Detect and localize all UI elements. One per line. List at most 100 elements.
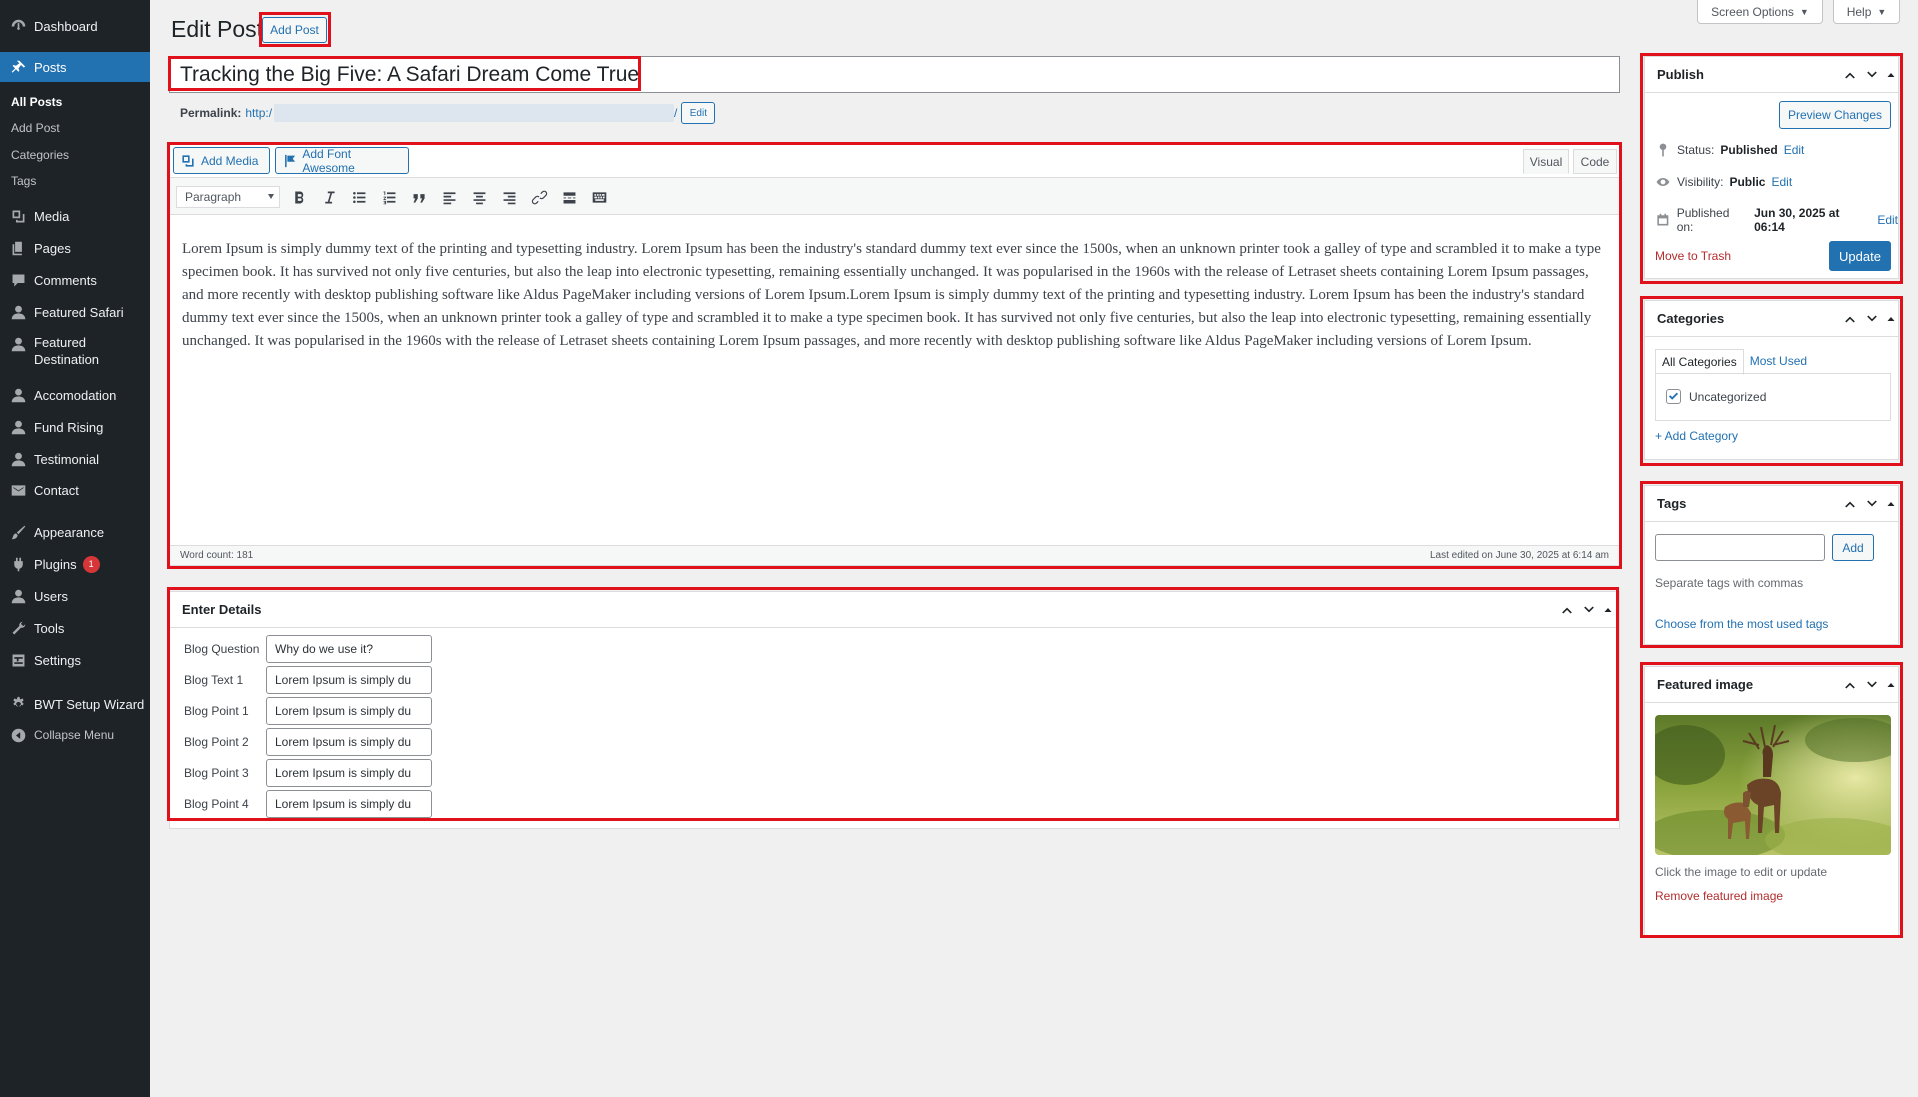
add-font-awesome-button[interactable]: Add Font Awesome xyxy=(275,147,409,175)
sidebar-item-featured-safari[interactable]: Featured Safari xyxy=(0,300,150,324)
caret-down-icon: ▼ xyxy=(1799,6,1809,17)
box-controls xyxy=(1842,311,1896,327)
tag-input[interactable] xyxy=(1655,534,1825,561)
blockquote-icon[interactable] xyxy=(409,187,429,207)
sidebar-item-featured-destination[interactable]: Featured Destination xyxy=(0,334,150,370)
chevron-down-icon[interactable] xyxy=(1864,496,1880,512)
caret-up-icon[interactable] xyxy=(1886,499,1896,509)
add-tag-button[interactable]: Add xyxy=(1832,534,1874,561)
blog-text-1-input[interactable]: Lorem Ipsum is simply du xyxy=(266,666,432,694)
toolbar-toggle-icon[interactable] xyxy=(589,187,609,207)
sidebar-item-dashboard[interactable]: Dashboard xyxy=(0,14,150,38)
submenu-all-posts[interactable]: All Posts xyxy=(11,95,62,109)
update-button[interactable]: Update xyxy=(1829,241,1891,271)
align-right-icon[interactable] xyxy=(499,187,519,207)
read-more-icon[interactable] xyxy=(559,187,579,207)
permalink-link[interactable]: http:/ xyxy=(245,106,272,120)
visibility-edit-link[interactable]: Edit xyxy=(1771,175,1792,189)
blog-point-2-input[interactable]: Lorem Ipsum is simply du xyxy=(266,728,432,756)
chevron-up-icon[interactable] xyxy=(1559,602,1575,618)
blog-question-input[interactable]: Why do we use it? xyxy=(266,635,432,663)
sidebar-item-testimonial[interactable]: Testimonial xyxy=(0,447,150,471)
caret-up-icon[interactable] xyxy=(1886,314,1896,324)
sidebar-item-settings[interactable]: Settings xyxy=(0,648,150,672)
post-title-input[interactable]: Tracking the Big Five: A Safari Dream Co… xyxy=(169,56,1620,93)
box-header: Categories xyxy=(1645,301,1898,337)
chevron-up-icon[interactable] xyxy=(1842,311,1858,327)
blog-point-4-input[interactable]: Lorem Ipsum is simply du xyxy=(266,790,432,818)
chevron-down-icon[interactable] xyxy=(1864,67,1880,83)
sidebar-item-plugins[interactable]: Plugins 1 xyxy=(0,552,150,576)
visibility-row: Visibility: Public Edit xyxy=(1655,174,1792,190)
sidebar-item-users[interactable]: Users xyxy=(0,584,150,608)
chevron-down-icon[interactable] xyxy=(1581,602,1597,618)
tab-all-categories[interactable]: All Categories xyxy=(1655,349,1744,375)
field-label: Blog Point 3 xyxy=(184,766,249,780)
sidebar-item-accomodation[interactable]: Accomodation xyxy=(0,383,150,407)
sidebar-item-media[interactable]: Media xyxy=(0,204,150,228)
sidebar-item-label: Contact xyxy=(34,482,79,498)
sidebar-item-contact[interactable]: Contact xyxy=(0,478,150,502)
category-checkbox[interactable] xyxy=(1666,389,1681,404)
align-center-icon[interactable] xyxy=(469,187,489,207)
remove-featured-image-link[interactable]: Remove featured image xyxy=(1655,889,1783,903)
collapse-menu-button[interactable]: Collapse Menu xyxy=(0,723,150,747)
format-select[interactable]: Paragraph xyxy=(176,186,280,208)
submenu-categories[interactable]: Categories xyxy=(11,148,69,162)
caret-up-icon[interactable] xyxy=(1886,70,1896,80)
status-edit-link[interactable]: Edit xyxy=(1784,143,1805,157)
add-media-button[interactable]: Add Media xyxy=(173,147,270,174)
published-edit-link[interactable]: Edit xyxy=(1877,213,1898,227)
sidebar-item-tools[interactable]: Tools xyxy=(0,616,150,640)
sidebar-item-bwt-setup-wizard[interactable]: BWT Setup Wizard xyxy=(0,692,150,716)
tab-most-used[interactable]: Most Used xyxy=(1744,349,1813,375)
submenu-tags[interactable]: Tags xyxy=(11,174,36,188)
preview-changes-button[interactable]: Preview Changes xyxy=(1779,101,1891,129)
bullet-list-icon[interactable] xyxy=(349,187,369,207)
comments-icon xyxy=(8,270,28,290)
featured-image-thumbnail[interactable] xyxy=(1655,715,1891,855)
sidebar-item-pages[interactable]: Pages xyxy=(0,236,150,260)
tab-code[interactable]: Code xyxy=(1573,149,1617,174)
choose-tags-link[interactable]: Choose from the most used tags xyxy=(1655,617,1828,631)
italic-icon[interactable] xyxy=(319,187,339,207)
screen-options-button[interactable]: Screen Options ▼ xyxy=(1697,0,1823,24)
submenu-add-post[interactable]: Add Post xyxy=(11,121,60,135)
editor-content[interactable]: Lorem Ipsum is simply dummy text of the … xyxy=(182,238,1613,353)
brush-icon xyxy=(8,522,28,542)
user-icon xyxy=(8,302,28,322)
field-label: Blog Point 1 xyxy=(184,704,249,718)
move-to-trash-link[interactable]: Move to Trash xyxy=(1655,249,1731,263)
permalink-edit-button[interactable]: Edit xyxy=(681,102,716,124)
bold-icon[interactable] xyxy=(289,187,309,207)
deer-photo xyxy=(1655,715,1891,855)
permalink-suffix[interactable]: / xyxy=(674,106,677,120)
caret-up-icon[interactable] xyxy=(1886,680,1896,690)
sidebar-item-appearance[interactable]: Appearance xyxy=(0,520,150,544)
blog-point-3-input[interactable]: Lorem Ipsum is simply du xyxy=(266,759,432,787)
box-header: Tags xyxy=(1645,486,1898,522)
blog-point-1-input[interactable]: Lorem Ipsum is simply du xyxy=(266,697,432,725)
dashboard-icon xyxy=(8,16,28,36)
editor-status-bar: Word count: 181 Last edited on June 30, … xyxy=(170,545,1619,565)
tab-visual[interactable]: Visual xyxy=(1523,149,1569,174)
help-button[interactable]: Help ▼ xyxy=(1833,0,1900,24)
sidebar-item-posts[interactable]: Posts xyxy=(0,52,150,82)
chevron-up-icon[interactable] xyxy=(1842,677,1858,693)
chevron-up-icon[interactable] xyxy=(1842,67,1858,83)
chevron-up-icon[interactable] xyxy=(1842,496,1858,512)
numbered-list-icon[interactable] xyxy=(379,187,399,207)
chevron-down-icon[interactable] xyxy=(1864,677,1880,693)
add-category-link[interactable]: + Add Category xyxy=(1655,429,1738,443)
sidebar-item-fund-rising[interactable]: Fund Rising xyxy=(0,415,150,439)
link-icon[interactable] xyxy=(529,187,549,207)
caret-up-icon[interactable] xyxy=(1603,605,1613,615)
sidebar-item-label: Plugins xyxy=(34,556,77,572)
chevron-down-icon[interactable] xyxy=(1864,311,1880,327)
sidebar-item-comments[interactable]: Comments xyxy=(0,268,150,292)
add-post-button[interactable]: Add Post xyxy=(262,17,327,43)
box-title: Featured image xyxy=(1657,677,1754,692)
box-title: Enter Details xyxy=(182,602,262,617)
align-left-icon[interactable] xyxy=(439,187,459,207)
category-item[interactable]: Uncategorized xyxy=(1666,389,1766,404)
